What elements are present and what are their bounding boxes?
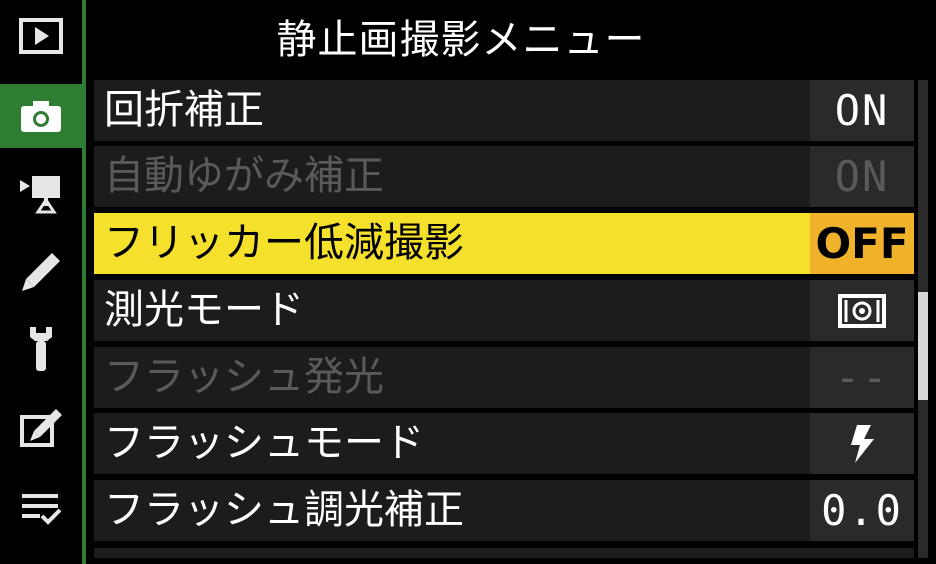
- menu-item-label: 回折補正: [104, 87, 264, 133]
- menu-item-flash-mode[interactable]: フラッシュモード: [94, 413, 914, 474]
- menu-tab-sidebar: [0, 0, 82, 564]
- wrench-icon: [30, 327, 52, 371]
- menu-item-flash-control: フラッシュ発光 --: [94, 347, 914, 408]
- menu-item-flicker-reduction[interactable]: フリッカー低減撮影 OFF: [94, 213, 914, 274]
- photo-shooting-menu-tab[interactable]: [0, 84, 82, 148]
- scrollbar-thumb[interactable]: [918, 292, 928, 400]
- menu-item-value: 0.0: [810, 480, 914, 541]
- menu-item-metering[interactable]: 測光モード: [94, 280, 914, 341]
- page-title: 静止画撮影メニュー: [276, 17, 646, 63]
- menu-item-label: フリッカー低減撮影: [104, 220, 464, 266]
- menu-item-label: フラッシュ調光補正: [104, 487, 464, 533]
- my-menu-tab[interactable]: [0, 476, 82, 540]
- menu-item-auto-distortion-control: 自動ゆがみ補正 ON: [94, 146, 914, 207]
- retouch-brush-icon: [20, 409, 62, 447]
- menu-item-value: ON: [810, 80, 914, 141]
- menu-header: 静止画撮影メニュー: [86, 0, 936, 72]
- menu-item-label: 測光モード: [104, 287, 304, 333]
- scrollbar-track[interactable]: [918, 80, 928, 558]
- movie-shooting-menu-tab[interactable]: [0, 160, 82, 224]
- camera-icon: [21, 101, 61, 132]
- menu-item-diffraction-compensation[interactable]: 回折補正 ON: [94, 80, 914, 141]
- menu-item-value: --: [810, 347, 914, 408]
- sidebar-divider: [82, 0, 86, 564]
- menu-item-label: 自動ゆがみ補正: [104, 153, 384, 199]
- flash-icon: [851, 424, 874, 463]
- menu-item-value: ON: [810, 146, 914, 207]
- list-check-icon: [22, 494, 62, 525]
- matrix-metering-icon: [838, 293, 886, 328]
- setup-menu-tab[interactable]: [0, 316, 82, 380]
- menu-item-label: フラッシュモード: [104, 420, 424, 466]
- movie-camera-icon: [20, 176, 60, 214]
- menu-item-next-partial: [94, 548, 914, 558]
- menu-item-value: OFF: [810, 213, 914, 274]
- menu-item-flash-compensation[interactable]: フラッシュ調光補正 0.0: [94, 480, 914, 541]
- play-icon: [19, 18, 63, 54]
- playback-menu-tab[interactable]: [0, 4, 82, 68]
- menu-item-value: [810, 413, 914, 474]
- retouch-menu-tab[interactable]: [0, 396, 82, 460]
- custom-settings-menu-tab[interactable]: [0, 240, 82, 304]
- menu-item-label: フラッシュ発光: [104, 354, 384, 400]
- menu-item-value: [810, 280, 914, 341]
- pencil-icon: [22, 253, 60, 291]
